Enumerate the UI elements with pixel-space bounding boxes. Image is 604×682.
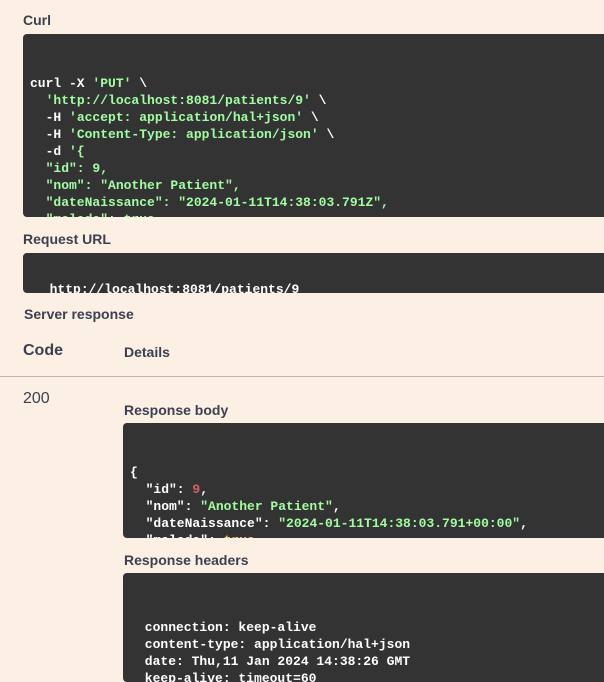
request-url-value: http://localhost:8081/patients/9 <box>49 282 300 293</box>
code-token: 'Content-Type: application/json' <box>69 127 319 142</box>
code-token: \ <box>131 76 148 91</box>
code-token: , <box>332 499 341 514</box>
table-divider <box>0 376 604 377</box>
code-token: "Another Patient" <box>200 499 333 514</box>
code-token: { <box>130 465 138 480</box>
code-token: -d <box>30 144 70 159</box>
curl-line: -H 'Content-Type: application/json' \ <box>30 126 604 143</box>
curl-command: curl -X 'PUT' \ 'http://localhost:8081/p… <box>30 75 604 217</box>
code-token: true <box>224 533 255 538</box>
code-token: "nom": <box>130 499 201 514</box>
code-token: '{ <box>69 144 85 159</box>
response-body-block[interactable]: { "id": 9, "nom": "Another Patient", "da… <box>123 423 604 538</box>
response-body-line: "malade": true <box>130 532 604 538</box>
curl-line: -H 'accept: application/hal+json' \ <box>30 109 604 126</box>
curl-line: "nom": "Another Patient", <box>30 177 604 194</box>
code-token: "2024-01-11T14:38:03.791+00:00" <box>278 516 521 531</box>
curl-line: curl -X 'PUT' \ <box>30 75 604 92</box>
curl-line: 'http://localhost:8081/patients/9' \ <box>30 92 604 109</box>
response-headers-label: Response headers <box>124 552 249 568</box>
code-token: \ <box>303 110 319 125</box>
code-token: "malade": <box>130 533 224 538</box>
response-body-label: Response body <box>124 402 229 418</box>
response-body-line: "nom": "Another Patient", <box>130 498 604 515</box>
curl-code-block[interactable]: curl -X 'PUT' \ 'http://localhost:8081/p… <box>23 34 604 217</box>
code-token: curl -X <box>30 76 93 91</box>
code-token: "malade": true <box>30 212 155 217</box>
code-token: \ <box>318 127 335 142</box>
response-body-line: "dateNaissance": "2024-01-11T14:38:03.79… <box>130 515 604 532</box>
details-column-header: Details <box>124 344 170 360</box>
curl-line: -d '{ <box>30 143 604 160</box>
response-body-line: "id": 9, <box>130 481 604 498</box>
request-url-label: Request URL <box>23 231 111 247</box>
response-body-json: { "id": 9, "nom": "Another Patient", "da… <box>130 464 604 538</box>
code-token: "dateNaissance": "2024-01-11T14:38:03.79… <box>30 195 389 210</box>
code-token: -H <box>30 110 70 125</box>
request-url-block[interactable]: http://localhost:8081/patients/9 <box>23 253 604 293</box>
code-token: "id": 9, <box>30 161 109 176</box>
code-token: \ <box>310 93 327 108</box>
curl-line: "malade": true <box>30 211 604 217</box>
code-token: , <box>200 482 209 497</box>
curl-line: "id": 9, <box>30 160 604 177</box>
code-token: -H <box>30 127 70 142</box>
server-response-label: Server response <box>24 306 134 322</box>
code-token: "nom": "Another Patient", <box>30 178 241 193</box>
response-header-line: date: Thu,11 Jan 2024 14:38:26 GMT <box>137 654 411 669</box>
response-headers-block[interactable]: connection: keep-alive content-type: app… <box>123 573 604 682</box>
response-header-line: content-type: application/hal+json <box>137 637 411 652</box>
code-token: "id": <box>130 482 193 497</box>
response-body-line: { <box>130 464 604 481</box>
code-token: , <box>520 516 528 531</box>
code-token: 'http://localhost:8081/patients/9' <box>45 93 311 108</box>
code-column-header: Code <box>23 342 63 359</box>
code-token: 'accept: application/hal+json' <box>69 110 304 125</box>
code-token: 'PUT' <box>92 76 132 91</box>
code-token: "dateNaissance": <box>130 516 279 531</box>
curl-line: "dateNaissance": "2024-01-11T14:38:03.79… <box>30 194 604 211</box>
response-status-code: 200 <box>23 390 50 407</box>
response-headers-list: connection: keep-alive content-type: app… <box>137 619 604 682</box>
curl-label: Curl <box>23 12 51 28</box>
response-header-line: connection: keep-alive <box>137 620 317 635</box>
response-header-line: keep-alive: timeout=60 <box>137 671 317 682</box>
